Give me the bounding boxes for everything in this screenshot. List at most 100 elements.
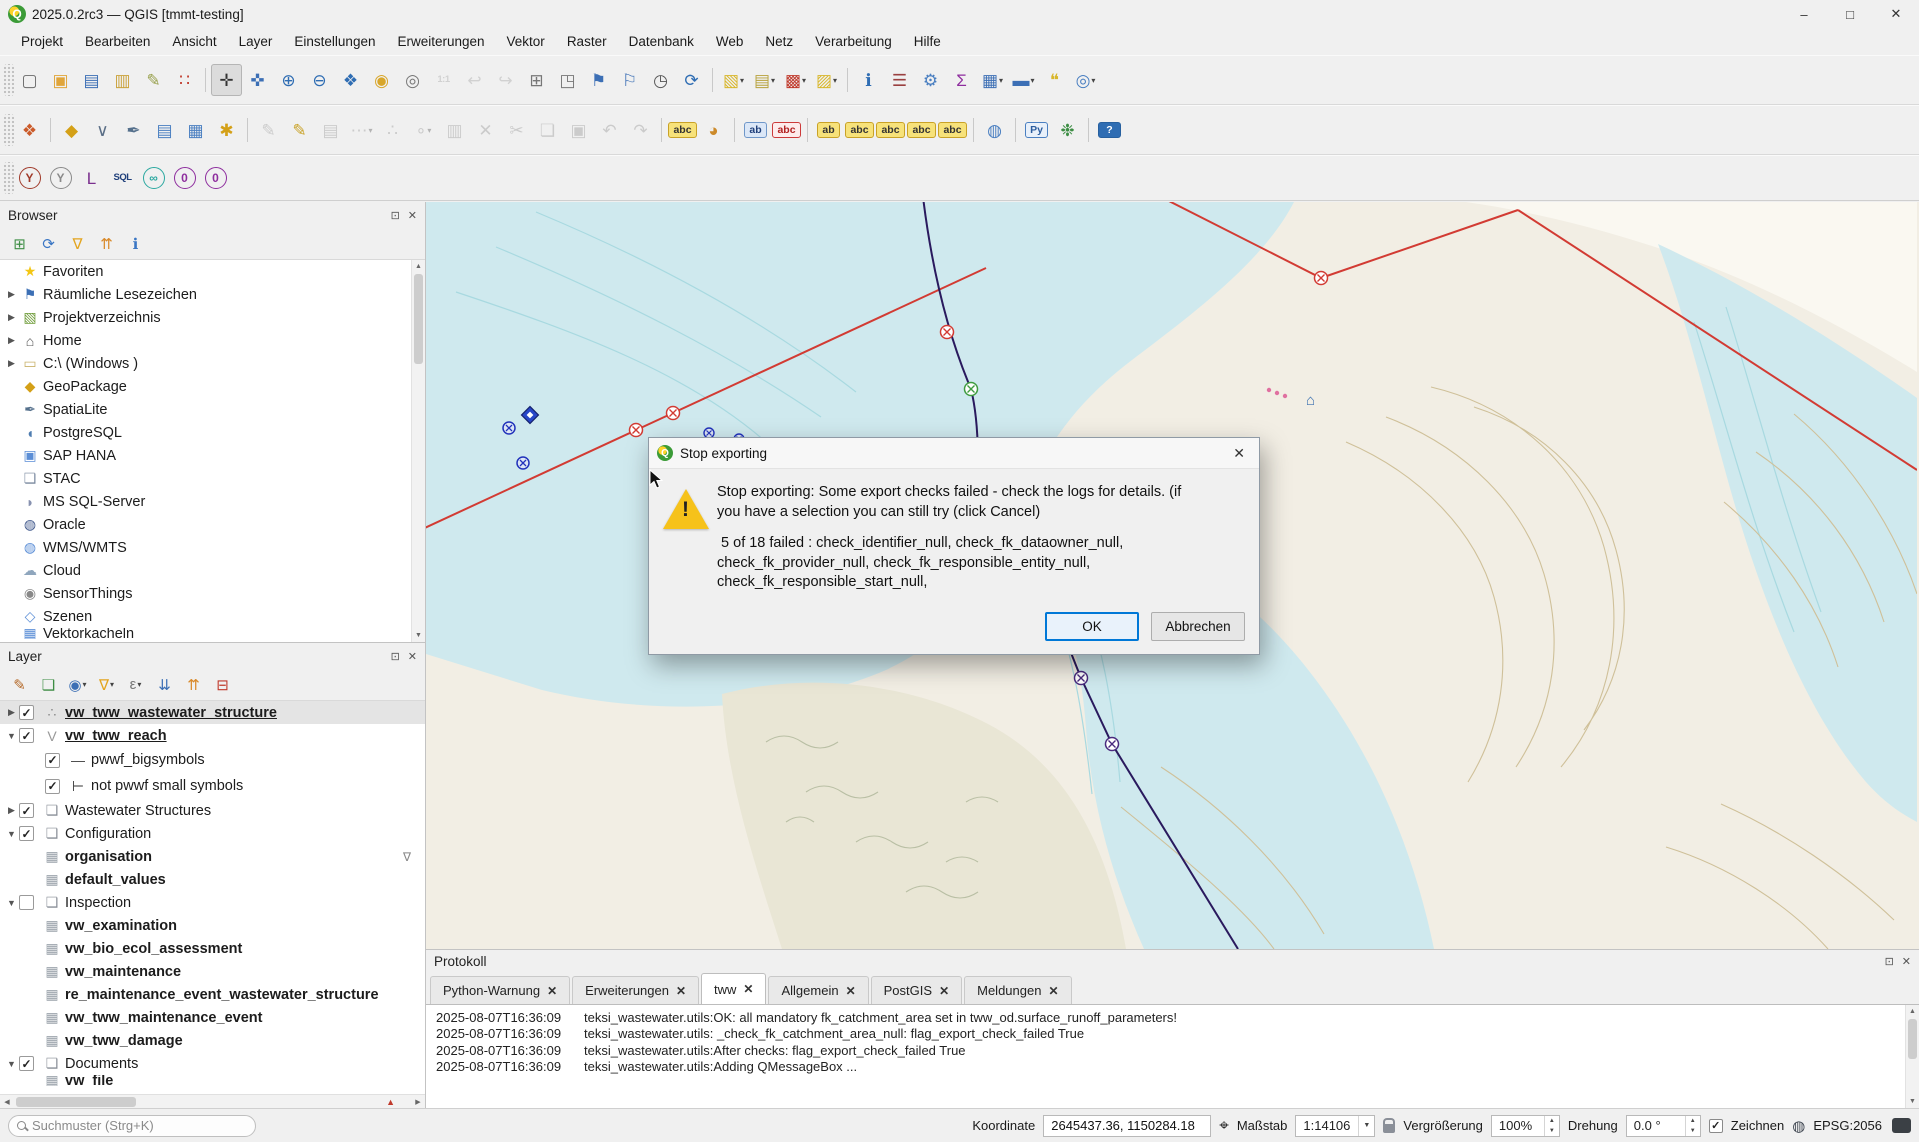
layer-organisation[interactable]: ▦ organisation ∇ xyxy=(0,845,425,868)
menu-ansicht[interactable]: Ansicht xyxy=(161,30,227,53)
layer-visibility-checkbox[interactable] xyxy=(45,779,60,794)
open-project[interactable]: ▣ xyxy=(45,64,76,96)
new-map-view[interactable]: ⊞ xyxy=(521,64,552,96)
scrollbar-thumb[interactable] xyxy=(1908,1019,1917,1059)
layer-re-maintenance-event-wastewater-structure[interactable]: ▦ re_maintenance_event_wastewater_struct… xyxy=(0,983,425,1006)
pin-unpin-labels[interactable]: ab xyxy=(813,114,844,146)
show-spatial-bookmarks[interactable]: ⚐ xyxy=(614,64,645,96)
minimize-button[interactable]: – xyxy=(1781,0,1827,28)
log-tab-tww[interactable]: tww ✕ xyxy=(701,973,766,1004)
close-tab-icon[interactable]: ✕ xyxy=(547,984,557,998)
dialog-close-icon[interactable]: ✕ xyxy=(1227,443,1251,464)
dropdown-arrow-icon[interactable]: ▾ xyxy=(110,680,114,689)
extent-toggle-icon[interactable]: ⌖ xyxy=(1219,1116,1229,1136)
rotation-spinbox[interactable]: 0.0 ° ▲▼ xyxy=(1626,1115,1701,1137)
layer-visibility-checkbox[interactable] xyxy=(19,895,34,910)
rotate-label[interactable]: abc xyxy=(906,114,937,146)
expand-all[interactable]: ⇊ xyxy=(151,672,178,698)
scroll-up-icon[interactable]: ▲ xyxy=(412,260,425,273)
move-label[interactable]: abc xyxy=(875,114,906,146)
filter-browser[interactable]: ∇ xyxy=(64,231,91,257)
scale-lock-icon[interactable] xyxy=(1383,1124,1395,1133)
filter-by-expression[interactable]: ε ▾ xyxy=(122,672,149,698)
browser-geopackage[interactable]: ◆ GeoPackage xyxy=(0,375,425,398)
separator[interactable] xyxy=(200,64,211,96)
browser-stac[interactable]: ❏ STAC xyxy=(0,467,425,490)
tww-network-upstream[interactable]: 0 xyxy=(169,162,200,194)
dropdown-arrow-icon[interactable]: ▾ xyxy=(368,126,372,135)
separator[interactable] xyxy=(802,114,813,146)
enable-properties-widget[interactable]: ℹ xyxy=(122,231,149,257)
float-panel-icon[interactable]: ⊡ xyxy=(391,209,400,222)
open-attribute-table[interactable]: ▦ ▾ xyxy=(977,64,1008,96)
expand-arrow-icon[interactable]: ▶ xyxy=(4,289,19,300)
separator[interactable] xyxy=(842,64,853,96)
browser-wms-wmts[interactable]: ◍ WMS/WMTS xyxy=(0,536,425,559)
layer-vw-tww-reach[interactable]: ▼ V vw_tww_reach ∇ xyxy=(0,724,425,747)
collapse-all-layers[interactable]: ⇈ xyxy=(180,672,207,698)
zoom-next[interactable]: ↪ xyxy=(490,64,521,96)
zoom-out[interactable]: ⊖ xyxy=(304,64,335,96)
expand-arrow-icon[interactable]: ▶ xyxy=(4,707,19,718)
pan-map[interactable]: ✛ xyxy=(211,64,242,96)
layer-visibility-checkbox[interactable] xyxy=(19,728,34,743)
float-panel-icon[interactable]: ⊡ xyxy=(1885,955,1894,968)
separator[interactable] xyxy=(242,114,253,146)
new-spatial-bookmark[interactable]: ⚑ xyxy=(583,64,614,96)
manage-map-themes[interactable]: ◉ ▾ xyxy=(64,672,91,698)
browser-sap-hana[interactable]: ▣ SAP HANA xyxy=(0,444,425,467)
locator-search-input[interactable]: Suchmuster (Strg+K) xyxy=(8,1115,256,1137)
scroll-down-icon[interactable]: ▼ xyxy=(1906,1095,1919,1108)
digitize-with-curve[interactable]: ⋯ ▾ xyxy=(346,114,377,146)
layer-vw-tww-maintenance-event[interactable]: ▦ vw_tww_maintenance_event ∇ xyxy=(0,1006,425,1029)
browser-spatialite[interactable]: ✒ SpatiaLite xyxy=(0,398,425,421)
show-statistics[interactable]: Σ xyxy=(946,64,977,96)
layer-vw-bio-ecol-assessment[interactable]: ▦ vw_bio_ecol_assessment ∇ xyxy=(0,937,425,960)
select-features[interactable]: ▧ ▾ xyxy=(718,64,749,96)
symbol-not-pwwf-small-symbols[interactable]: ⊢ not pwwf small symbols ∇ xyxy=(26,773,425,799)
layer-filter-indicator-icon[interactable]: ∇ xyxy=(403,850,411,864)
redo[interactable]: ↷ xyxy=(625,114,656,146)
layer-visibility-checkbox[interactable] xyxy=(19,803,34,818)
tww-network-downstream[interactable]: 0 xyxy=(200,162,231,194)
menu-projekt[interactable]: Projekt xyxy=(10,30,74,53)
save-project[interactable]: ▤ xyxy=(76,64,107,96)
group-wastewater-structures[interactable]: ▶ ❏ Wastewater Structures ∇ xyxy=(0,799,425,822)
log-tab-postgis[interactable]: PostGIS ✕ xyxy=(871,976,962,1004)
messages-bubble-icon[interactable] xyxy=(1892,1118,1911,1133)
layer-vw-tww-wastewater-structure[interactable]: ▶ ∴ vw_tww_wastewater_structure ∇ xyxy=(0,701,425,724)
cancel-button[interactable]: Abbrechen xyxy=(1151,612,1245,641)
help[interactable]: ? xyxy=(1094,114,1125,146)
browser-scrollbar[interactable]: ▲ ▼ xyxy=(411,260,425,642)
add-group[interactable]: ❏ xyxy=(35,672,62,698)
log-tab-python-warnung[interactable]: Python-Warnung ✕ xyxy=(430,976,570,1004)
new-3d-map-view[interactable]: ◳ xyxy=(552,64,583,96)
separator[interactable] xyxy=(656,114,667,146)
map-canvas[interactable]: ⌂ xyxy=(426,202,1919,949)
menu-erweiterungen[interactable]: Erweiterungen xyxy=(386,30,495,53)
dropdown-arrow-icon[interactable]: ▾ xyxy=(1091,76,1095,85)
tww-import[interactable]: Y xyxy=(14,162,45,194)
dropdown-arrow-icon[interactable]: ▾ xyxy=(137,680,141,689)
close-panel-icon[interactable]: ✕ xyxy=(1902,955,1911,968)
close-tab-icon[interactable]: ✕ xyxy=(743,982,753,996)
toggle-editing[interactable]: ✎ xyxy=(284,114,315,146)
spin-down-icon[interactable]: ▼ xyxy=(1545,1126,1559,1136)
expand-arrow-icon[interactable]: ▼ xyxy=(4,898,19,908)
magnifier-spinbox[interactable]: 100% ▲▼ xyxy=(1491,1115,1560,1137)
tww-interlis[interactable]: ∞ xyxy=(138,162,169,194)
toolbar-grip[interactable] xyxy=(4,162,14,194)
close-tab-icon[interactable]: ✕ xyxy=(939,984,949,998)
expand-arrow-icon[interactable]: ▼ xyxy=(4,731,19,741)
new-virtual-layer[interactable]: ▦ xyxy=(180,114,211,146)
browser-cloud[interactable]: ☁ Cloud xyxy=(0,559,425,582)
expand-arrow-icon[interactable]: ▶ xyxy=(4,805,19,816)
layers-horizontal-scrollbar[interactable]: ◀ ▲ ▶ xyxy=(0,1094,425,1108)
browser-c-windows[interactable]: ▶ ▭ C:\ (Windows ) xyxy=(0,352,425,375)
zoom-to-selection[interactable]: ◉ xyxy=(366,64,397,96)
layer-visibility-checkbox[interactable] xyxy=(45,753,60,768)
identify-features[interactable]: ℹ xyxy=(853,64,884,96)
deselect-features[interactable]: ▩ ▾ xyxy=(780,64,811,96)
expand-arrow-icon[interactable]: ▶ xyxy=(4,358,19,369)
browser-sensorthings[interactable]: ◉ SensorThings xyxy=(0,582,425,605)
